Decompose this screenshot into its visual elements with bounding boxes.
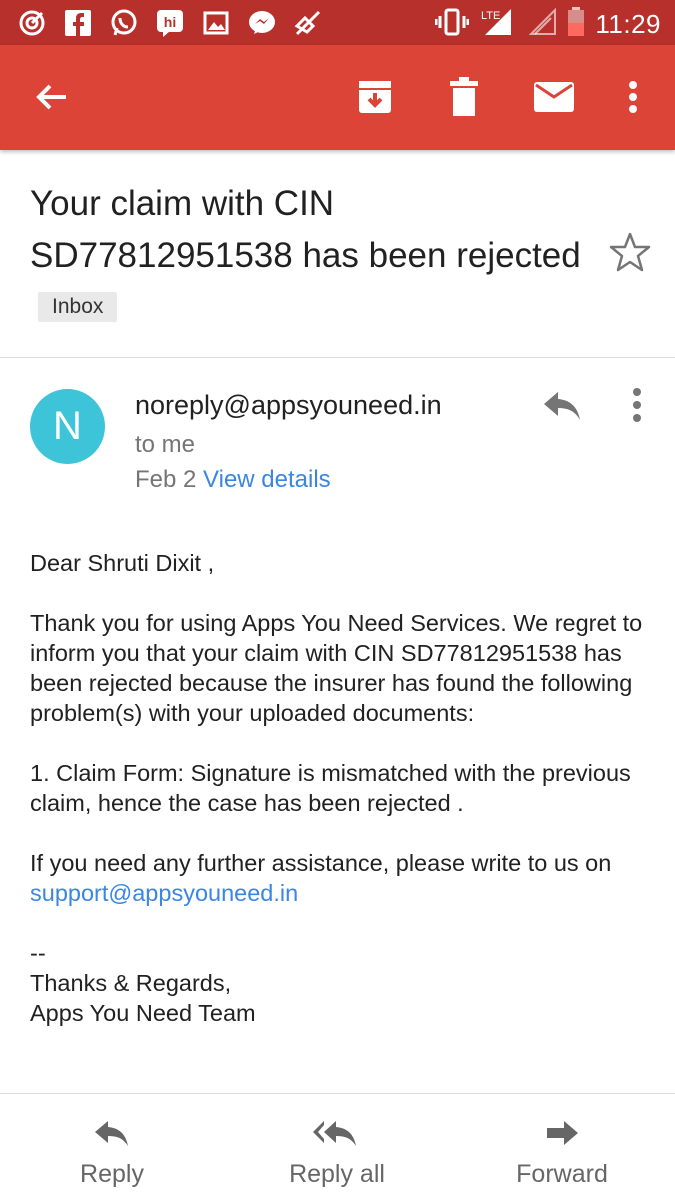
body-paragraph-1: Thank you for using Apps You Need Servic… (30, 610, 643, 726)
reply-all-label: Reply all (289, 1160, 385, 1188)
forward-label: Forward (516, 1160, 608, 1188)
email-body: Dear Shruti Dixit , Thank you for using … (30, 548, 655, 1028)
whatsapp-icon (108, 7, 140, 39)
reply-all-button[interactable]: Reply all (237, 1118, 437, 1189)
status-bar: hi LTE 11:29 (0, 0, 675, 45)
support-email-link[interactable]: support@appsyouneed.in (30, 880, 298, 906)
svg-text:hi: hi (164, 14, 176, 30)
back-arrow-icon (36, 84, 66, 110)
signature-dash: -- (30, 940, 46, 966)
subject-text: Your claim with CIN SD77812951538 has be… (30, 184, 581, 275)
signature-line-1: Thanks & Regards, (30, 970, 232, 996)
facebook-icon (62, 7, 94, 39)
divider (0, 1093, 675, 1094)
reply-button[interactable]: Reply (12, 1118, 212, 1189)
delete-button[interactable] (438, 71, 490, 123)
email-date-row: Feb 2 View details (135, 466, 331, 494)
star-button[interactable] (608, 230, 652, 274)
archive-icon (359, 81, 391, 113)
app-bar (0, 45, 675, 150)
star-icon (609, 232, 651, 272)
avatar: N (30, 389, 105, 464)
body-paragraph-2: 1. Claim Form: Signature is mismatched w… (30, 760, 631, 816)
back-button[interactable] (26, 71, 78, 123)
image-icon (200, 7, 232, 39)
forward-icon (547, 1121, 578, 1145)
reply-icon (544, 392, 580, 420)
email-date: Feb 2 (135, 466, 197, 493)
archive-button[interactable] (349, 71, 401, 123)
mute-icon (292, 7, 324, 39)
more-options-icon (629, 81, 637, 113)
signal-weak-icon (528, 7, 557, 41)
delete-icon (450, 77, 478, 116)
battery-icon (567, 7, 585, 42)
vibrate-icon (434, 8, 470, 41)
network-label: LTE (481, 10, 500, 22)
assistance-text: If you need any further assistance, plea… (30, 850, 612, 876)
sender-address: noreply@appsyouneed.in (135, 390, 442, 420)
reply-icon (95, 1121, 128, 1146)
forward-button[interactable]: Forward (462, 1118, 662, 1189)
app-target-icon (16, 7, 48, 39)
message-more-button[interactable] (620, 385, 654, 425)
email-subject: Your claim with CIN SD77812951538 has be… (30, 178, 590, 334)
greeting: Dear Shruti Dixit , (30, 550, 215, 576)
view-details-link[interactable]: View details (203, 466, 331, 493)
reply-label: Reply (80, 1160, 144, 1188)
signature-line-2: Apps You Need Team (30, 1000, 256, 1026)
more-vert-icon (633, 388, 641, 422)
divider (0, 357, 675, 358)
clock: 11:29 (595, 9, 661, 39)
hike-icon: hi (154, 7, 186, 39)
messenger-icon (246, 7, 278, 39)
inbox-label[interactable]: Inbox (38, 292, 118, 322)
reply-all-icon (313, 1121, 356, 1146)
body-paragraph-3: If you need any further assistance, plea… (30, 848, 655, 908)
more-options-button[interactable] (607, 71, 659, 123)
reply-button-header[interactable] (540, 388, 584, 424)
signal-icon: LTE (479, 7, 519, 42)
mark-unread-icon (534, 82, 574, 112)
recipient-text: to me (135, 431, 196, 458)
mark-unread-button[interactable] (528, 71, 580, 123)
